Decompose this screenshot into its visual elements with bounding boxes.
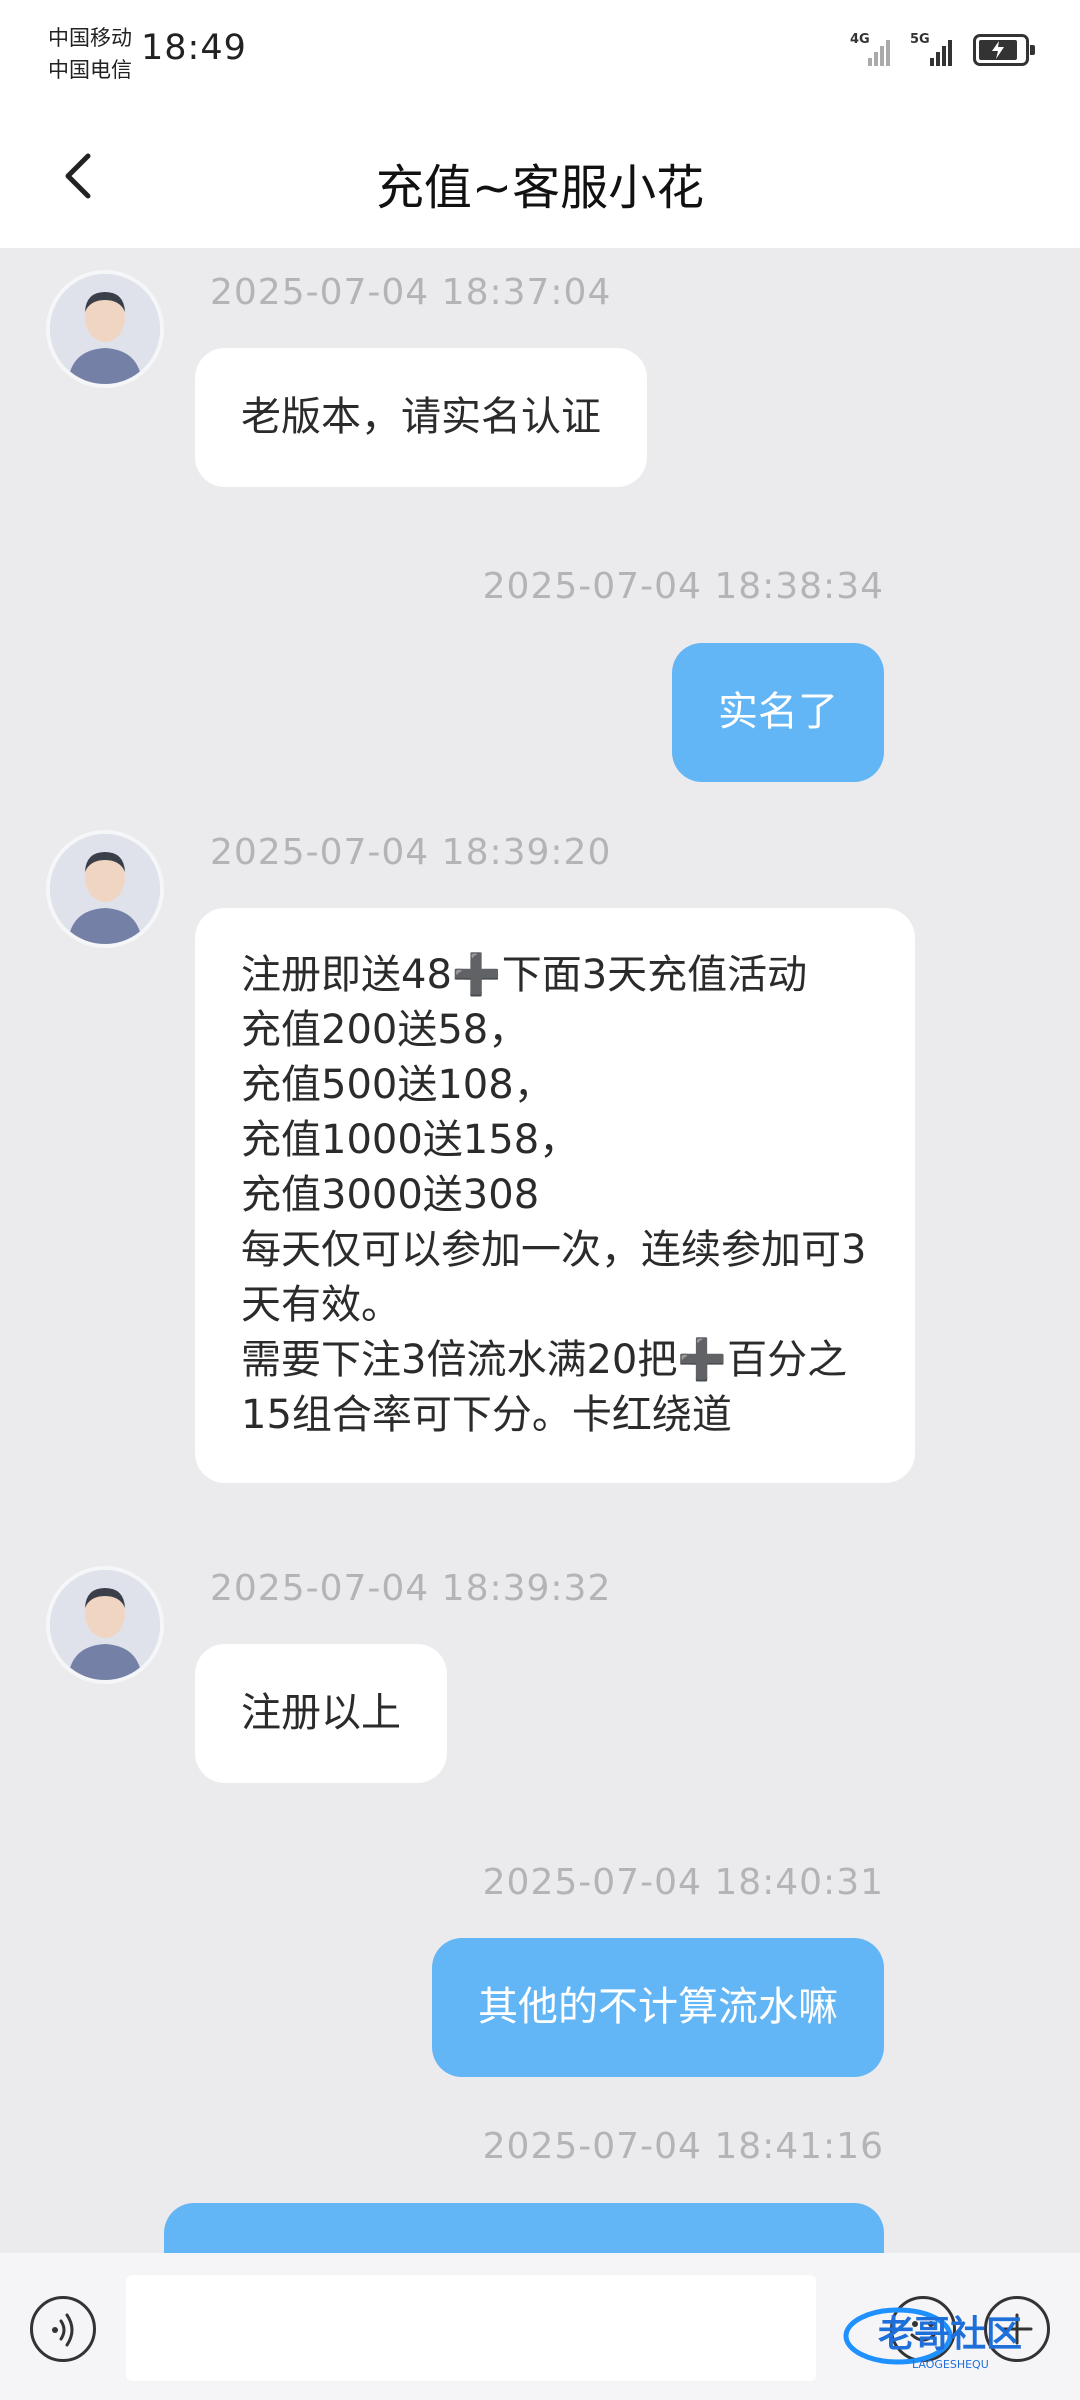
signal-icon: 4G: [850, 32, 894, 68]
avatar[interactable]: [46, 1566, 164, 1684]
chat-header: 充值~客服小花: [0, 110, 1080, 248]
message-timestamp: 2025-07-04 18:39:32: [210, 1568, 612, 1609]
chat-message-list[interactable]: 2025-07-04 18:37:04 老版本，请实名认证 2025-07-04…: [0, 248, 1080, 2253]
page-title: 充值~客服小花: [375, 160, 705, 216]
voice-icon[interactable]: [30, 2296, 96, 2362]
svg-text:LAOGESHEQU: LAOGESHEQU: [912, 2358, 989, 2371]
message-timestamp: 2025-07-04 18:39:20: [210, 832, 612, 873]
status-bar: 中国移动 中国电信 18:49 4G 5G: [0, 0, 1080, 110]
avatar[interactable]: [46, 830, 164, 948]
battery-icon: [973, 34, 1035, 66]
message-timestamp: 2025-07-04 18:41:16: [482, 2126, 884, 2167]
carrier-labels: 中国移动 中国电信: [48, 22, 132, 86]
message-bubble-outgoing[interactable]: [164, 2203, 884, 2253]
message-bubble-incoming[interactable]: 注册以上: [195, 1644, 447, 1783]
avatar[interactable]: [46, 270, 164, 388]
message-timestamp: 2025-07-04 18:37:04: [210, 272, 612, 313]
message-timestamp: 2025-07-04 18:40:31: [482, 1862, 884, 1903]
message-bubble-incoming[interactable]: 注册即送48➕下面3天充值活动 充值200送58， 充值500送108， 充值1…: [195, 908, 915, 1483]
watermark-logo: 老哥社区 LAOGESHEQU: [838, 2298, 1068, 2378]
message-bubble-outgoing[interactable]: 实名了: [672, 643, 884, 782]
message-bubble-outgoing[interactable]: 其他的不计算流水嘛: [432, 1938, 884, 2077]
status-time: 18:49: [141, 28, 247, 68]
message-bubble-incoming[interactable]: 老版本，请实名认证: [195, 348, 647, 487]
message-input[interactable]: [126, 2275, 816, 2381]
signal-icon: 5G: [910, 32, 954, 68]
message-timestamp: 2025-07-04 18:38:34: [482, 566, 884, 607]
svg-text:老哥社区: 老哥社区: [878, 2314, 1022, 2355]
carrier-1: 中国移动: [48, 26, 132, 50]
carrier-2: 中国电信: [48, 58, 132, 82]
